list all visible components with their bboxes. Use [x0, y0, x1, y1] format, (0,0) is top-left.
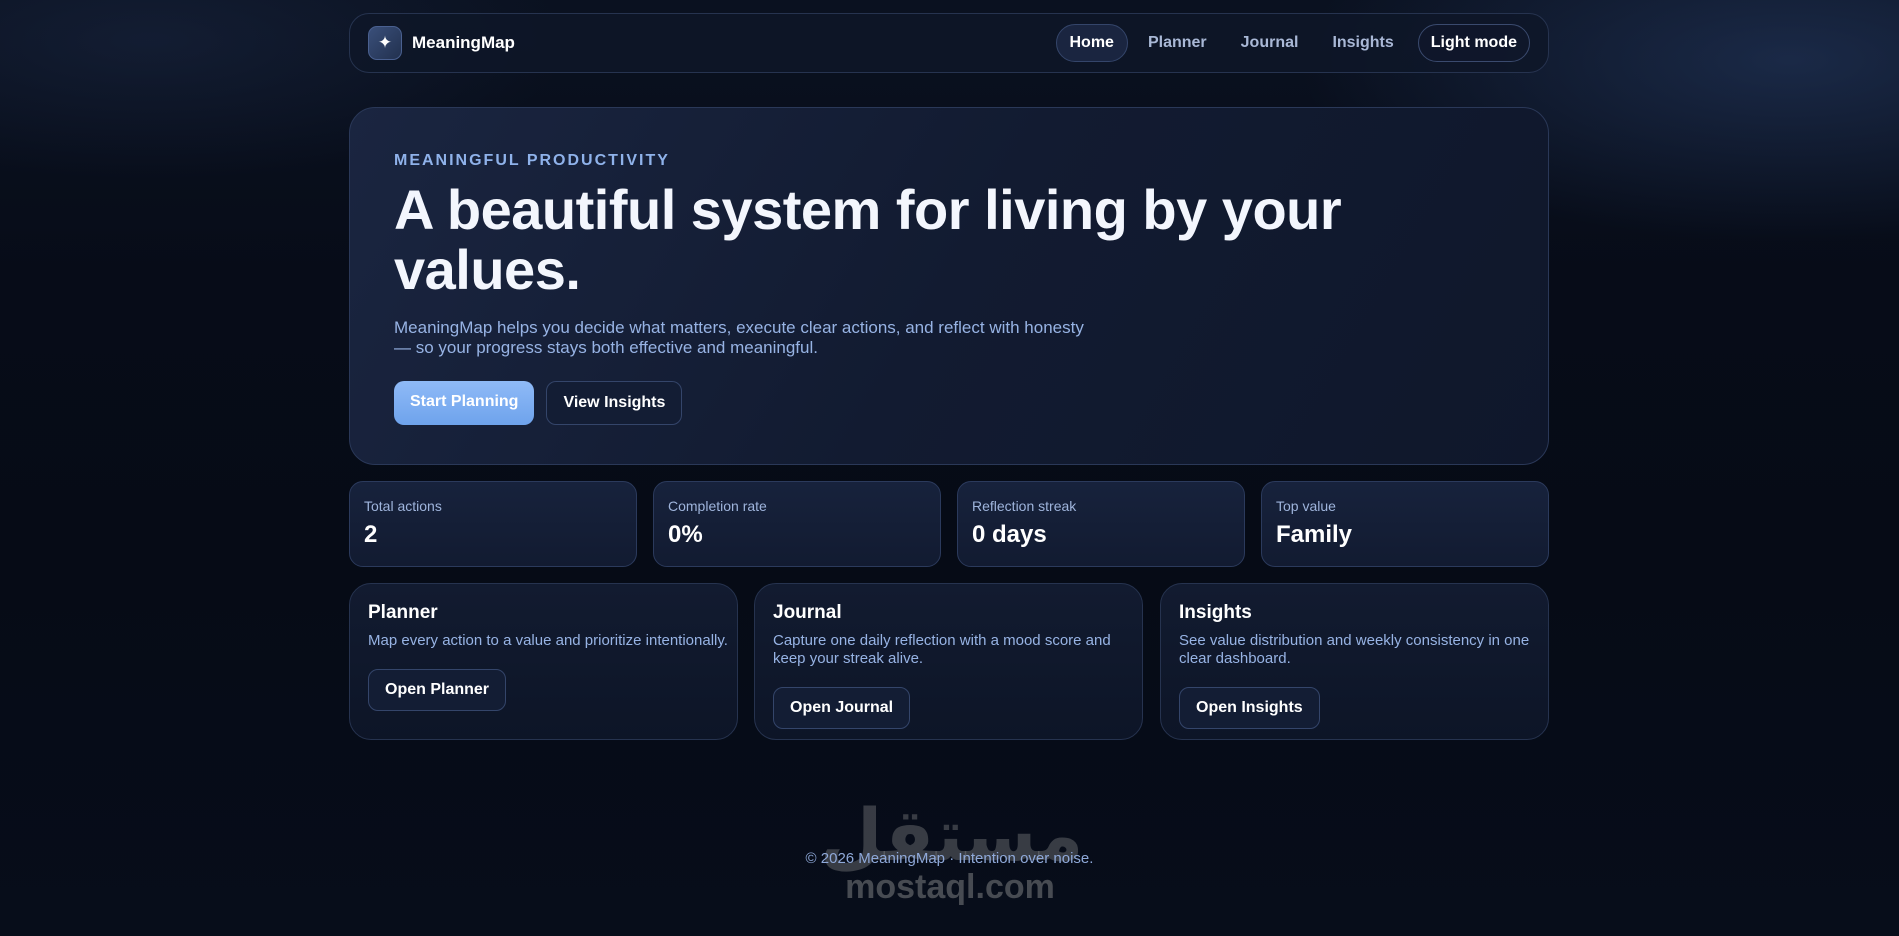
stat-reflection-streak: Reflection streak 0 days	[957, 481, 1245, 567]
nav-link-journal[interactable]: Journal	[1227, 24, 1313, 62]
brand[interactable]: ✦ MeaningMap	[368, 26, 515, 60]
stat-label: Completion rate	[668, 498, 767, 514]
card-title: Planner	[368, 602, 438, 623]
brand-name: MeaningMap	[412, 33, 515, 52]
stat-completion-rate: Completion rate 0%	[653, 481, 941, 567]
stat-value: 2	[364, 521, 378, 548]
view-insights-button[interactable]: View Insights	[546, 380, 683, 425]
nav-links: Home Planner Journal Insights Light mode	[1055, 24, 1530, 62]
card-description: Capture one daily reflection with a mood…	[773, 632, 1111, 667]
stat-value: 0 days	[972, 521, 1047, 548]
nav-link-home[interactable]: Home	[1055, 24, 1128, 62]
stat-label: Total actions	[364, 498, 442, 514]
hero-actions: Start Planning View Insights	[394, 380, 1504, 425]
watermark-latin: mostaql.com	[845, 868, 1055, 906]
footer-text: © 2026 MeaningMap · Intention over noise…	[805, 850, 1094, 867]
nav-link-insights[interactable]: Insights	[1318, 24, 1407, 62]
top-navbar: ✦ MeaningMap Home Planner Journal Insigh…	[349, 13, 1549, 73]
nav-link-planner[interactable]: Planner	[1134, 24, 1221, 62]
hero-title: A beautiful system for living by your va…	[394, 178, 1342, 301]
card-title: Journal	[773, 602, 842, 623]
light-mode-toggle[interactable]: Light mode	[1417, 24, 1530, 62]
stat-top-value: Top value Family	[1261, 481, 1549, 567]
feature-card-journal: Journal Capture one daily reflection wit…	[754, 583, 1143, 740]
feature-card-insights: Insights See value distribution and week…	[1160, 583, 1549, 740]
stat-value: 0%	[668, 521, 703, 548]
stat-total-actions: Total actions 2	[349, 481, 637, 567]
open-insights-button[interactable]: Open Insights	[1179, 687, 1320, 729]
card-description: Map every action to a value and prioriti…	[368, 632, 728, 649]
open-planner-button[interactable]: Open Planner	[368, 669, 507, 711]
feature-card-planner: Planner Map every action to a value and …	[349, 583, 738, 740]
hero-section: MEANINGFUL PRODUCTIVITY A beautiful syst…	[349, 107, 1549, 465]
open-journal-button[interactable]: Open Journal	[773, 687, 911, 729]
card-description: See value distribution and weekly consis…	[1179, 632, 1530, 667]
sparkle-icon: ✦	[368, 26, 402, 60]
stat-label: Reflection streak	[972, 498, 1077, 514]
card-title: Insights	[1179, 602, 1252, 623]
stat-value: Family	[1276, 521, 1353, 548]
hero-eyebrow: MEANINGFUL PRODUCTIVITY	[394, 152, 670, 169]
start-planning-button[interactable]: Start Planning	[394, 380, 535, 425]
stat-label: Top value	[1276, 498, 1336, 514]
hero-subtitle: MeaningMap helps you decide what matters…	[394, 317, 1084, 358]
